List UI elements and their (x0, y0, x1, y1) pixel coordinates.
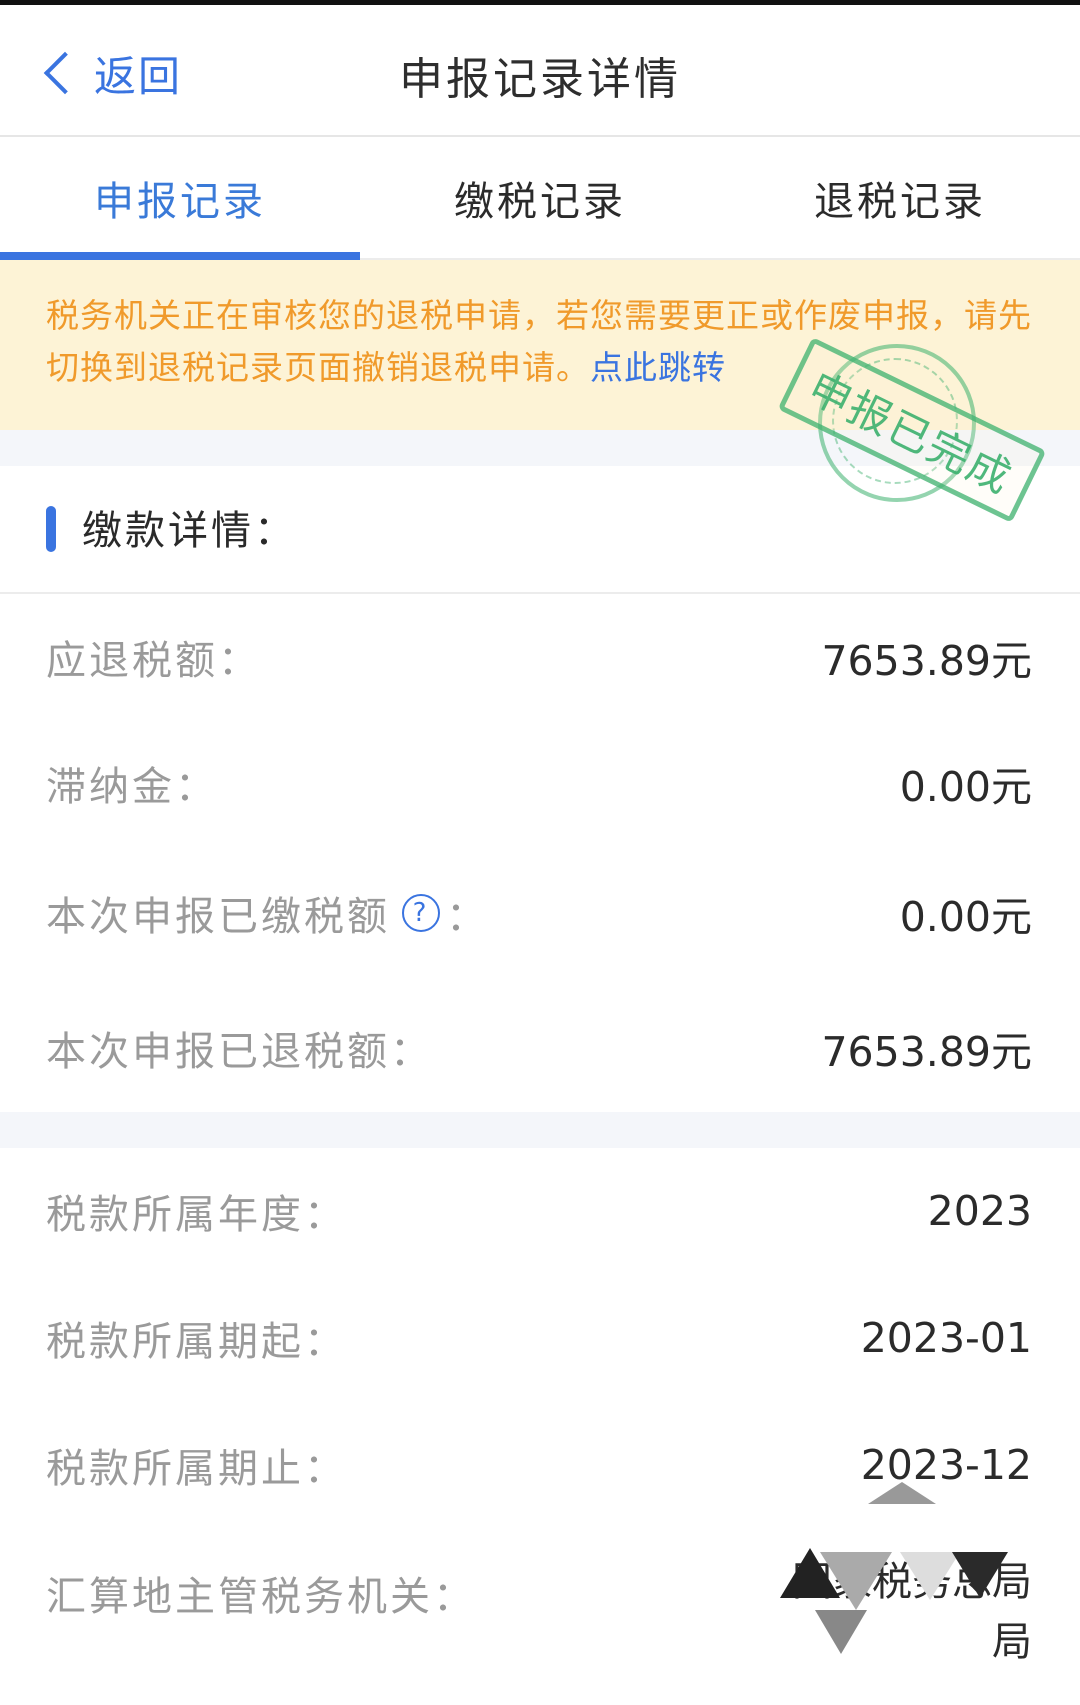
row-value: 0.00元 (899, 893, 1032, 941)
section-divider (0, 430, 1080, 466)
row-label: 滞纳金： (46, 764, 218, 810)
row-label: 税款所属期止： (46, 1446, 347, 1492)
tab-label: 退税记录 (814, 178, 986, 225)
review-notice-banner: 税务机关正在审核您的退税申请，若您需要更正或作废申报，请先切换到退税记录页面撤销… (0, 260, 1080, 430)
detail-row-period-start: 税款所属期起： 2023-01 (0, 1275, 1080, 1401)
section-marker (46, 506, 56, 552)
row-label: 本次申报已退税额： (46, 1029, 433, 1075)
jump-link[interactable]: 点此跳转 (590, 348, 726, 387)
tab-bar: 申报记录 缴税记录 退税记录 (0, 137, 1080, 260)
payment-details-header: 缴款详情： (0, 466, 1080, 594)
row-label: 税款所属年度： (46, 1192, 347, 1238)
notice-message: 税务机关正在审核您的退税申请，若您需要更正或作废申报，请先切换到退税记录页面撤销… (46, 296, 1032, 387)
nav-header: 返回 申报记录详情 (0, 5, 1080, 137)
row-label: 应退税额： (46, 638, 261, 684)
row-value: 7653.89元 (821, 1028, 1032, 1076)
tab-refund-records[interactable]: 退税记录 (720, 137, 1080, 258)
page-title: 申报记录详情 (399, 54, 681, 105)
row-label-group: 本次申报已缴税额 ? ： (46, 850, 489, 976)
watermark-overlay-icon (820, 1552, 892, 1610)
tab-label: 申报记录 (94, 178, 266, 225)
active-tab-indicator (0, 252, 360, 260)
detail-row-refunded-tax: 本次申报已退税额： 7653.89元 (0, 985, 1080, 1111)
watermark-overlay-icon (868, 1482, 936, 1504)
watermark-overlay-icon (900, 1552, 960, 1600)
detail-row-tax-year: 税款所属年度： 2023 (0, 1148, 1080, 1274)
section-title: 缴款详情： (82, 508, 297, 554)
row-value: 0.00元 (899, 763, 1032, 811)
row-label: 汇算地主管税务机关： (46, 1574, 476, 1620)
row-value: 7653.89元 (821, 637, 1032, 685)
detail-row-late-fee: 滞纳金： 0.00元 (0, 720, 1080, 846)
help-icon[interactable]: ? (402, 894, 440, 932)
detail-row-refund-amount: 应退税额： 7653.89元 (0, 594, 1080, 720)
tab-payment-records[interactable]: 缴税记录 (360, 137, 720, 258)
watermark-overlay-icon (815, 1610, 867, 1654)
row-label: 税款所属期起： (46, 1319, 347, 1365)
authority-line-2: 局 (992, 1619, 1032, 1665)
detail-row-paid-tax: 本次申报已缴税额 ? ： 0.00元 (0, 850, 1080, 976)
tab-label: 缴税记录 (454, 178, 626, 225)
row-value: 2023 (927, 1187, 1032, 1235)
row-value: 2023-01 (860, 1314, 1032, 1362)
detail-row-period-end: 税款所属期止： 2023-12 (0, 1402, 1080, 1528)
row-label-suffix: ： (446, 894, 489, 940)
row-value: 2023-12 (860, 1441, 1032, 1489)
tab-declaration-records[interactable]: 申报记录 (0, 137, 360, 260)
watermark-overlay-icon (952, 1552, 1008, 1598)
row-label: 本次申报已缴税额 (46, 894, 390, 940)
section-divider (0, 1112, 1080, 1148)
notice-text: 税务机关正在审核您的退税申请，若您需要更正或作废申报，请先切换到退税记录页面撤销… (46, 290, 1036, 394)
